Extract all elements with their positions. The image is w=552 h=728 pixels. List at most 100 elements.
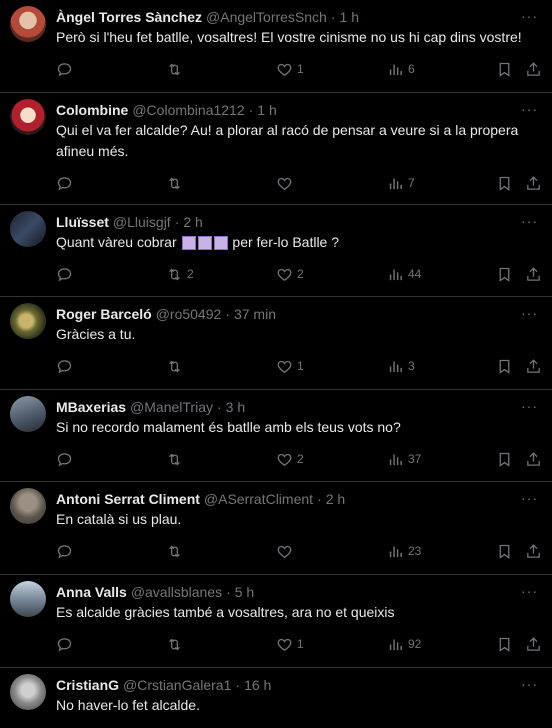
avatar[interactable] — [10, 581, 46, 617]
author-handle[interactable]: @ManelTriay — [130, 398, 213, 416]
more-options-icon[interactable]: ··· — [521, 8, 538, 24]
timestamp[interactable]: 2 h — [326, 490, 345, 508]
author-name[interactable]: Colombine — [56, 101, 128, 119]
avatar[interactable] — [10, 674, 46, 710]
retweet-button[interactable] — [166, 175, 187, 192]
separator: · — [248, 102, 254, 118]
timestamp[interactable]: 5 h — [235, 583, 254, 601]
action-bar: 7 — [56, 164, 540, 202]
avatar[interactable] — [10, 303, 46, 339]
like-count: 1 — [297, 359, 304, 373]
author-handle[interactable]: @avallsblanes — [131, 583, 222, 601]
tweet[interactable]: ··· MBaxerias @ManelTriay · 3 h Si no re… — [0, 390, 552, 482]
avatar[interactable] — [10, 211, 46, 247]
retweet-button[interactable] — [166, 61, 187, 78]
bookmark-button[interactable] — [496, 636, 513, 653]
like-count: 2 — [297, 452, 304, 466]
author-name[interactable]: Àngel Torres Sànchez — [56, 8, 202, 26]
retweet-button[interactable]: 2 — [166, 266, 194, 283]
author-handle[interactable]: @ASerratCliment — [204, 490, 313, 508]
heart-icon — [277, 453, 292, 466]
author-handle[interactable]: @ro50492 — [156, 305, 222, 323]
bookmark-button[interactable] — [496, 266, 513, 283]
more-options-icon[interactable]: ··· — [521, 583, 538, 599]
author-handle[interactable]: @Lluisgjf — [113, 213, 171, 231]
views-button[interactable]: 37 — [387, 451, 421, 468]
reply-icon — [57, 637, 72, 652]
reply-feed: ··· Àngel Torres Sànchez @AngelTorresSnc… — [0, 0, 552, 728]
bookmark-button[interactable] — [496, 451, 513, 468]
reply-button[interactable] — [56, 358, 73, 375]
like-button[interactable] — [276, 175, 297, 192]
avatar[interactable] — [10, 6, 46, 42]
like-button[interactable]: 2 — [276, 266, 304, 283]
bookmark-button[interactable] — [496, 61, 513, 78]
timestamp[interactable]: 3 h — [226, 398, 245, 416]
views-button[interactable]: 3 — [387, 358, 415, 375]
share-button[interactable] — [525, 358, 542, 375]
like-button[interactable]: 1 — [276, 61, 304, 78]
bookmark-button[interactable] — [496, 543, 513, 560]
reply-button[interactable] — [56, 543, 73, 560]
tweet[interactable]: ··· Àngel Torres Sànchez @AngelTorresSnc… — [0, 0, 552, 93]
tweet[interactable]: ··· Colombine @Colombina1212 · 1 h Qui e… — [0, 93, 552, 205]
reply-button[interactable] — [56, 266, 73, 283]
like-button[interactable] — [276, 543, 297, 560]
retweet-button[interactable] — [166, 636, 187, 653]
author-handle[interactable]: @CrstianGalera1 — [123, 676, 231, 694]
more-options-icon[interactable]: ··· — [521, 213, 538, 229]
author-name[interactable]: Lluïsset — [56, 213, 109, 231]
more-options-icon[interactable]: ··· — [521, 305, 538, 321]
reply-button[interactable] — [56, 175, 73, 192]
like-button[interactable]: 2 — [276, 451, 304, 468]
views-button[interactable]: 6 — [387, 61, 415, 78]
tweet[interactable]: ··· Roger Barceló @ro50492 · 37 min Gràc… — [0, 297, 552, 390]
avatar[interactable] — [10, 396, 46, 432]
views-button[interactable]: 44 — [387, 266, 421, 283]
money-emoji-icon — [213, 236, 228, 251]
tweet[interactable]: ··· Anna Valls @avallsblanes · 5 h Es al… — [0, 575, 552, 668]
timestamp[interactable]: 37 min — [234, 305, 276, 323]
share-button[interactable] — [525, 61, 542, 78]
reply-button[interactable] — [56, 451, 73, 468]
views-button[interactable]: 23 — [387, 543, 421, 560]
tweet[interactable]: ··· Antoni Serrat Climent @ASerratClimen… — [0, 482, 552, 575]
timestamp[interactable]: 1 h — [340, 8, 359, 26]
bookmark-button[interactable] — [496, 358, 513, 375]
share-button[interactable] — [525, 636, 542, 653]
share-button[interactable] — [525, 175, 542, 192]
bookmark-button[interactable] — [496, 175, 513, 192]
reply-button[interactable] — [56, 61, 73, 78]
more-options-icon[interactable]: ··· — [521, 398, 538, 414]
share-button[interactable] — [525, 543, 542, 560]
retweet-button[interactable] — [166, 451, 187, 468]
tweet[interactable]: ··· CristianG @CrstianGalera1 · 16 h No … — [0, 668, 552, 728]
author-name[interactable]: CristianG — [56, 676, 119, 694]
retweet-button[interactable] — [166, 358, 187, 375]
tweet-text: Si no recordo malament és batlle amb els… — [56, 419, 401, 435]
more-options-icon[interactable]: ··· — [521, 676, 538, 692]
author-name[interactable]: Antoni Serrat Climent — [56, 490, 200, 508]
share-button[interactable] — [525, 266, 542, 283]
views-button[interactable]: 92 — [387, 636, 421, 653]
timestamp[interactable]: 2 h — [183, 213, 202, 231]
like-button[interactable]: 1 — [276, 358, 304, 375]
author-handle[interactable]: @AngelTorresSnch — [206, 8, 327, 26]
timestamp[interactable]: 1 h — [257, 101, 276, 119]
avatar[interactable] — [10, 488, 46, 524]
timestamp[interactable]: 16 h — [244, 676, 271, 694]
author-name[interactable]: Roger Barceló — [56, 305, 152, 323]
tweet[interactable]: ··· Lluïsset @Lluisgjf · 2 h Quant vàreu… — [0, 205, 552, 297]
reply-button[interactable] — [56, 636, 73, 653]
avatar[interactable] — [10, 99, 46, 135]
share-button[interactable] — [525, 451, 542, 468]
author-handle[interactable]: @Colombina1212 — [132, 101, 244, 119]
more-options-icon[interactable]: ··· — [521, 101, 538, 117]
author-name[interactable]: MBaxerias — [56, 398, 126, 416]
views-button[interactable]: 7 — [387, 175, 415, 192]
retweet-button[interactable] — [166, 543, 187, 560]
author-name[interactable]: Anna Valls — [56, 583, 127, 601]
tweet-text-before: Quant vàreu cobrar — [56, 234, 181, 250]
more-options-icon[interactable]: ··· — [521, 490, 538, 506]
like-button[interactable]: 1 — [276, 636, 304, 653]
